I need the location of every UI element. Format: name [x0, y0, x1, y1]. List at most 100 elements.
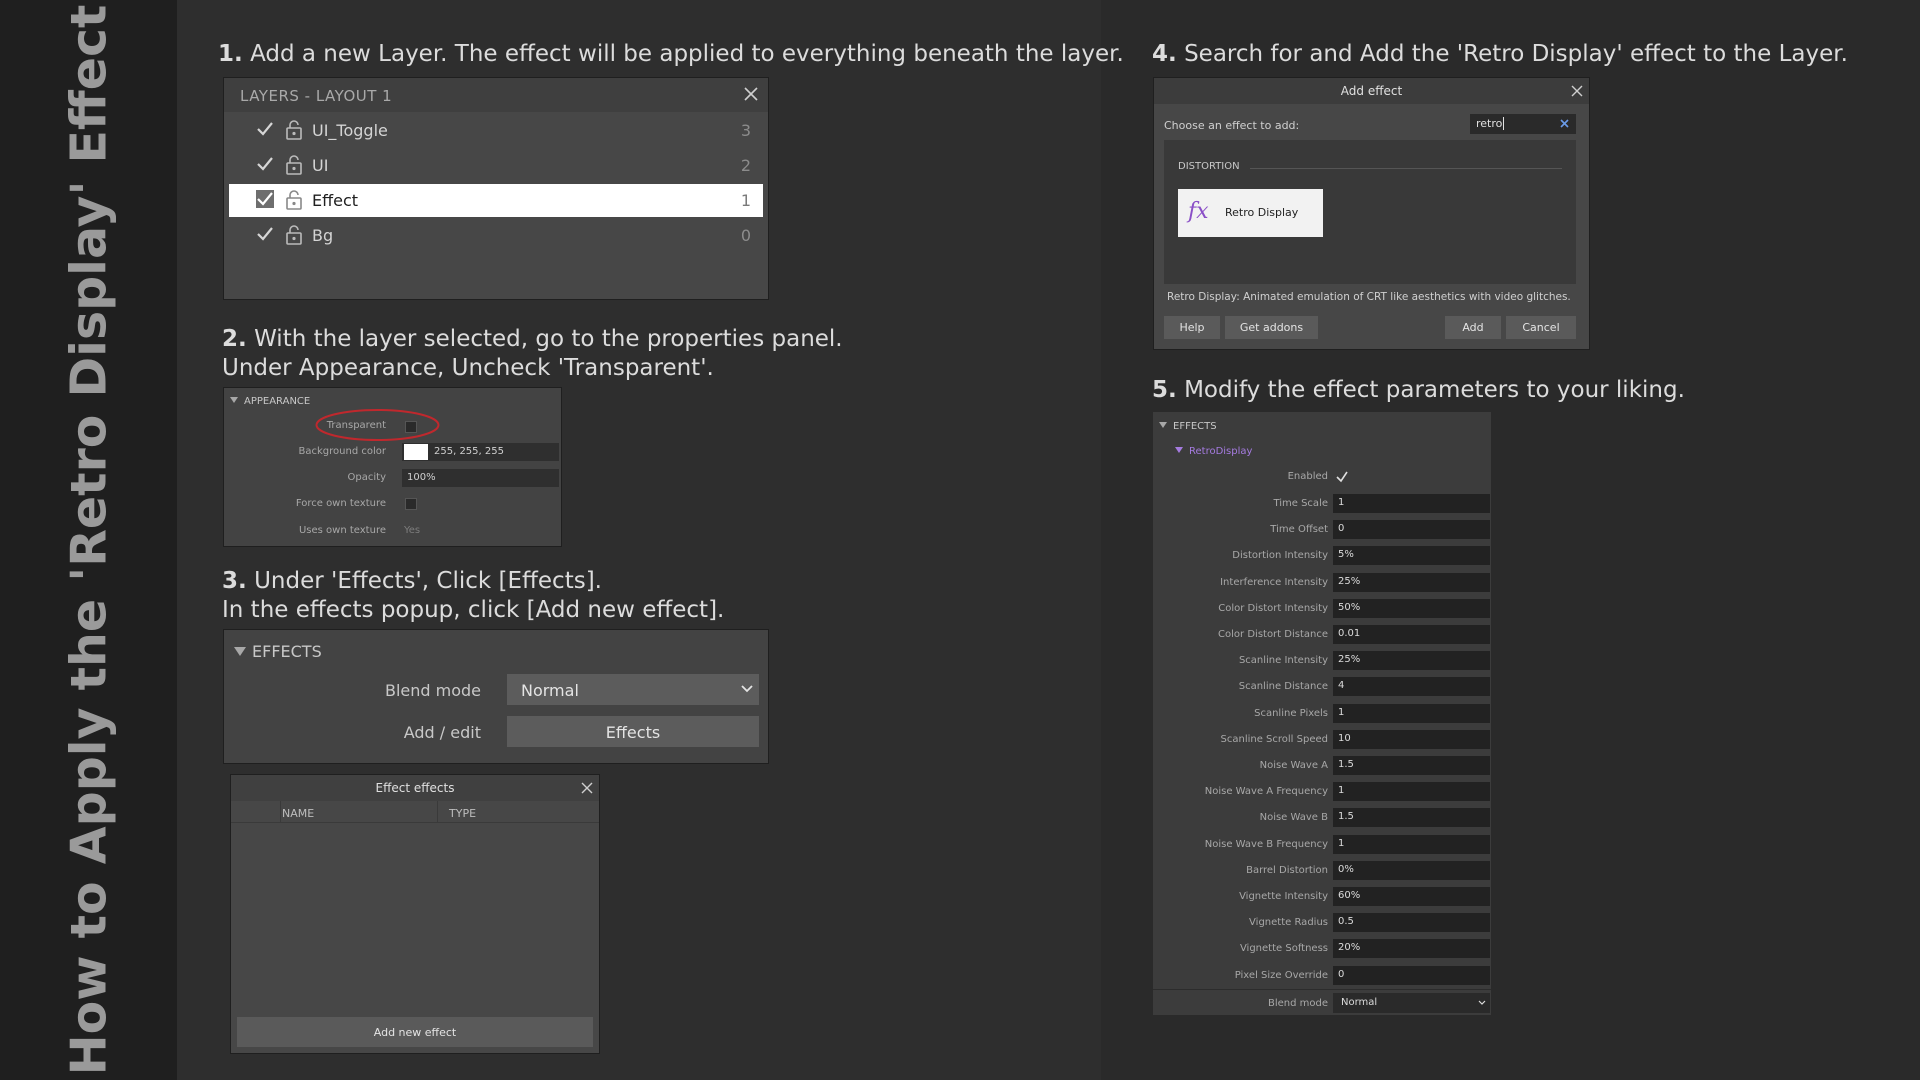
enabled-checkbox[interactable] — [1335, 470, 1349, 484]
step-number: 1. — [218, 41, 243, 67]
param-field[interactable]: 1 — [1333, 834, 1490, 854]
param-label: Pixel Size Override — [1234, 969, 1328, 981]
param-field[interactable]: 0 — [1333, 965, 1490, 985]
collapse-triangle-icon — [1159, 422, 1167, 428]
visibility-check-icon[interactable] — [255, 189, 275, 209]
step-number: 3. — [222, 568, 247, 594]
blend-mode-label: Blend mode — [1267, 998, 1328, 1009]
param-label: Color Distort Intensity — [1218, 602, 1328, 614]
layers-panel: LAYERS - LAYOUT 1 UI_Toggle 3 UI 2 Effect 1 Bg… — [223, 77, 769, 300]
close-icon[interactable] — [744, 87, 758, 101]
get-addons-button[interactable]: Get addons — [1225, 316, 1318, 339]
layer-name: Effect — [312, 191, 359, 210]
step-5-text: 5. Modify the effect parameters to your … — [1152, 376, 1685, 405]
opacity-field[interactable]: 100% — [402, 469, 559, 487]
lock-icon[interactable] — [285, 119, 303, 141]
param-label: Interference Intensity — [1220, 576, 1328, 588]
appearance-section-header[interactable]: APPEARANCE — [230, 396, 310, 407]
param-field[interactable]: 0 — [1333, 520, 1490, 540]
param-field[interactable]: 1 — [1333, 703, 1490, 723]
param-field[interactable]: 25% — [1333, 572, 1490, 592]
lock-icon[interactable] — [285, 224, 303, 246]
visibility-check-icon[interactable] — [255, 119, 275, 139]
add-button[interactable]: Add — [1445, 316, 1501, 339]
effect-list: DISTORTION fx Retro Display — [1164, 140, 1576, 284]
layer-index: 0 — [740, 226, 751, 245]
cancel-button[interactable]: Cancel — [1506, 316, 1576, 339]
blend-mode-select[interactable]: Normal — [507, 674, 759, 705]
param-label: Vignette Radius — [1249, 917, 1328, 929]
visibility-check-icon[interactable] — [255, 224, 275, 244]
param-field[interactable]: 0.01 — [1333, 625, 1490, 644]
add-edit-label: Add / edit — [403, 723, 481, 742]
close-icon[interactable] — [1571, 85, 1583, 97]
close-icon[interactable] — [581, 782, 593, 794]
layer-row[interactable]: UI_Toggle 3 — [229, 114, 763, 147]
step-4-text: 4. Search for and Add the 'Retro Display… — [1152, 40, 1848, 69]
param-field[interactable]: 1 — [1333, 782, 1490, 802]
param-label: Scanline Pixels — [1254, 707, 1328, 719]
param-field[interactable]: 4 — [1333, 677, 1490, 697]
blend-mode-select[interactable]: Normal — [1333, 993, 1490, 1013]
step-number: 2. — [222, 326, 247, 352]
effects-section-header[interactable]: EFFECTS — [234, 642, 322, 661]
lock-icon[interactable] — [285, 189, 303, 211]
effects-section-header[interactable]: EFFECTS — [1159, 421, 1217, 432]
layer-row[interactable]: Effect 1 — [229, 184, 763, 217]
param-label: Scanline Intensity — [1238, 655, 1328, 667]
add-new-effect-button[interactable]: Add new effect — [237, 1017, 593, 1047]
text-cursor — [1503, 117, 1505, 130]
chevron-down-icon — [1478, 1000, 1486, 1005]
retro-display-effect-item[interactable]: fx Retro Display — [1178, 189, 1323, 237]
retrodisplay-section-header[interactable]: RetroDisplay — [1175, 446, 1252, 457]
effects-button[interactable]: Effects — [507, 716, 759, 747]
step-instruction-line2: In the effects popup, click [Add new eff… — [222, 597, 725, 623]
choose-effect-label: Choose an effect to add: — [1164, 119, 1300, 132]
param-field[interactable]: 0.5 — [1333, 913, 1490, 933]
step-2-text: 2. With the layer selected, go to the pr… — [222, 325, 843, 383]
param-label: Noise Wave A Frequency — [1204, 786, 1328, 798]
force-own-texture-checkbox[interactable] — [405, 498, 417, 510]
lock-icon[interactable] — [285, 154, 303, 176]
step-instruction-line2: Under Appearance, Uncheck 'Transparent'. — [222, 355, 714, 381]
param-field[interactable]: 5% — [1333, 546, 1490, 566]
layer-row[interactable]: UI 2 — [229, 149, 763, 182]
color-swatch[interactable] — [404, 444, 428, 460]
param-field[interactable]: 20% — [1333, 939, 1490, 959]
param-label: Vignette Intensity — [1239, 891, 1328, 902]
layer-name: UI_Toggle — [312, 121, 388, 140]
column-type[interactable]: TYPE — [449, 807, 476, 820]
effect-description: Retro Display: Animated emulation of CRT… — [1167, 291, 1571, 303]
blend-mode-label: Blend mode — [384, 681, 481, 700]
param-field[interactable]: 0% — [1333, 860, 1490, 880]
effects-panel: EFFECTS Blend mode Normal Add / edit Eff… — [223, 629, 769, 764]
opacity-label: Opacity — [347, 472, 386, 483]
clear-search-icon[interactable] — [1560, 119, 1569, 128]
step-instruction: With the layer selected, go to the prope… — [254, 326, 843, 352]
search-input[interactable]: retro — [1470, 114, 1576, 134]
param-label: Color Distort Distance — [1218, 629, 1328, 640]
visibility-check-icon[interactable] — [255, 154, 275, 174]
param-field[interactable]: 60% — [1333, 887, 1490, 906]
param-field[interactable]: 1 — [1333, 494, 1490, 513]
param-field[interactable]: 1.5 — [1333, 808, 1490, 828]
background-color-field[interactable]: 255, 255, 255 — [402, 443, 559, 461]
param-field[interactable]: 10 — [1333, 729, 1490, 749]
category-label: DISTORTION — [1178, 161, 1240, 172]
param-field[interactable]: 1.5 — [1333, 756, 1490, 775]
collapse-triangle-icon — [230, 397, 238, 403]
param-label: Vignette Softness — [1239, 943, 1328, 955]
sidebar: How to Apply the 'Retro Display' Effect — [0, 0, 177, 1080]
column-name[interactable]: NAME — [282, 807, 314, 820]
layer-index: 2 — [740, 156, 751, 175]
column-divider — [437, 801, 438, 823]
param-field[interactable]: 25% — [1333, 651, 1490, 671]
step-number: 4. — [1152, 41, 1177, 67]
param-field[interactable]: 50% — [1333, 598, 1490, 618]
help-button[interactable]: Help — [1164, 316, 1220, 339]
divider — [1153, 989, 1491, 990]
layer-row[interactable]: Bg 0 — [229, 219, 763, 252]
uses-own-texture-label: Uses own texture — [298, 525, 386, 536]
layer-name: Bg — [312, 226, 334, 245]
step-3-text: 3. Under 'Effects', Click [Effects]. In … — [222, 567, 724, 625]
